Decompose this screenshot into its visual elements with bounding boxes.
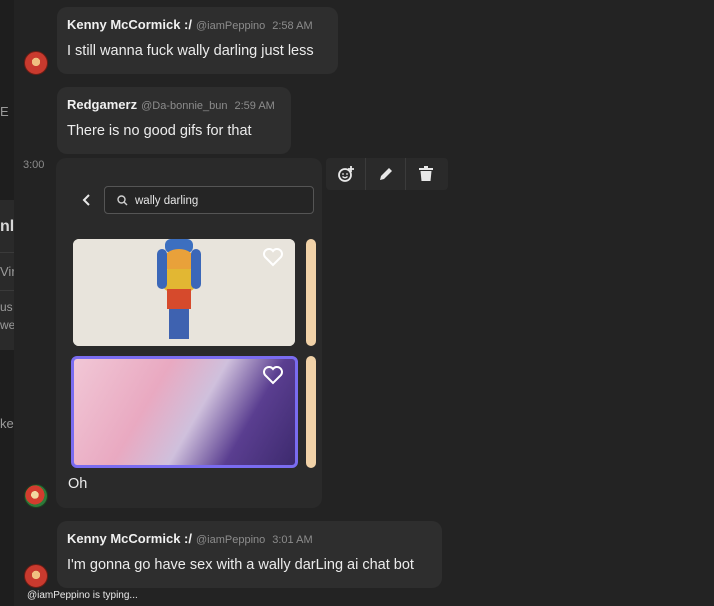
gif-result[interactable]	[306, 356, 316, 468]
author-handle: @iamPeppino	[195, 534, 266, 546]
avatar[interactable]	[24, 51, 48, 75]
gif-search-input[interactable]	[135, 192, 310, 210]
author-name[interactable]: Kenny McCormick :/	[67, 17, 192, 32]
message-header: Kenny McCormick :/@iamPeppino 2:58 AM	[67, 16, 313, 34]
favorite-heart-icon[interactable]	[262, 365, 284, 385]
sidebar-edge: E nl Vir us we ke	[0, 0, 14, 606]
author-handle: @iamPeppino	[195, 20, 266, 32]
message-bubble: Redgamerz @Da-bonnie_bun 2:59 AM There is …	[57, 87, 291, 154]
sidebar-fragment: Vir	[0, 264, 14, 279]
message-time: 2:58 AM	[272, 20, 313, 32]
author-name[interactable]: Redgamerz	[67, 97, 137, 112]
message-toolbar	[326, 158, 448, 190]
author-handle: @Da-bonnie_bun	[141, 100, 228, 112]
add-reaction-icon	[337, 166, 354, 182]
favorite-heart-icon[interactable]	[262, 247, 284, 267]
gif-result[interactable]	[306, 239, 316, 346]
add-reaction-button[interactable]	[326, 158, 366, 190]
message-text: Oh	[68, 476, 88, 492]
typing-indicator: @iamPeppino is typing...	[27, 590, 138, 601]
message-text: There is no good gifs for that	[67, 123, 252, 139]
message-text: I'm gonna go have sex with a wally darLi…	[67, 557, 414, 573]
message-time: 3:01 AM	[272, 534, 313, 546]
sidebar-fragment: us	[0, 300, 13, 314]
message-time: 3:00	[23, 159, 45, 171]
message-text: I still wanna fuck wally darling just le…	[67, 43, 314, 59]
sidebar-divider	[0, 290, 14, 291]
sidebar-divider	[0, 252, 14, 253]
back-button[interactable]	[80, 192, 94, 208]
message-bubble: Kenny McCormick :/@iamPeppino 2:58 AM I s…	[57, 7, 338, 74]
gif-result[interactable]	[73, 239, 295, 346]
sidebar-fragment: we	[0, 318, 14, 332]
gif-picker: Oh	[56, 158, 322, 508]
message-bubble: Kenny McCormick :/@iamPeppino 3:01 AM I'm…	[57, 521, 442, 588]
trash-icon	[419, 166, 433, 181]
message-time: 2:59 AM	[234, 100, 275, 112]
pencil-icon	[379, 168, 392, 180]
gif-result-selected[interactable]	[71, 356, 298, 468]
message-header: Redgamerz @Da-bonnie_bun 2:59 AM	[67, 96, 275, 114]
delete-button[interactable]	[406, 158, 446, 190]
edit-button[interactable]	[366, 158, 406, 190]
gif-search[interactable]	[104, 186, 314, 214]
message-header: Kenny McCormick :/@iamPeppino 3:01 AM	[67, 530, 313, 548]
search-icon	[117, 195, 128, 206]
chevron-left-icon	[82, 194, 90, 206]
sidebar-fragment: E	[0, 104, 9, 119]
sidebar-fragment: nl	[0, 218, 14, 235]
author-name[interactable]: Kenny McCormick :/	[67, 531, 192, 546]
avatar[interactable]	[24, 564, 48, 588]
avatar[interactable]	[24, 484, 48, 508]
sidebar-fragment: ke	[0, 416, 14, 431]
